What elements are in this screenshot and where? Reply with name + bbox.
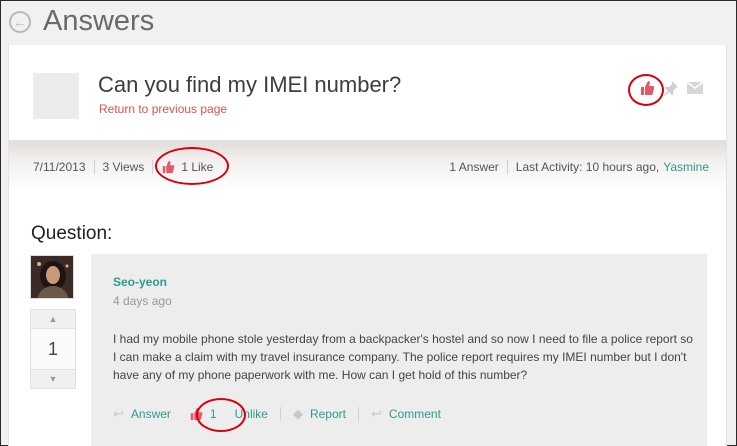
question-header: Can you find my IMEI number? Return to p…	[9, 45, 726, 140]
report-flag-icon: ◆	[292, 406, 303, 421]
vote-column: ▲ 1 ▼	[30, 255, 76, 389]
page-title: Answers	[43, 5, 155, 37]
comment-button[interactable]: ↩ Comment	[371, 406, 441, 422]
question-post: Seo-yeon 4 days ago I had my mobile phon…	[91, 254, 707, 446]
divider	[152, 160, 154, 174]
post-body: I had my mobile phone stole yesterday fr…	[113, 332, 693, 382]
like-count-button[interactable]: 1	[189, 407, 217, 421]
thumb-up-icon	[163, 160, 175, 174]
unlike-label: Unlike	[234, 407, 268, 421]
report-button[interactable]: ◆ Report	[293, 406, 346, 422]
upvote-arrow-icon[interactable]: ▲	[31, 310, 75, 328]
vote-widget: ▲ 1 ▼	[30, 309, 76, 389]
likes-stat[interactable]: 1 Like	[161, 160, 213, 174]
mail-icon[interactable]	[686, 79, 704, 97]
comment-label: Comment	[388, 407, 441, 421]
reply-arrow-icon: ↩	[113, 406, 124, 421]
likes-count-label: 1 Like	[181, 160, 214, 174]
post-date-stat: 7/11/2013	[33, 160, 86, 174]
avatar[interactable]	[30, 255, 74, 299]
divider	[358, 407, 359, 421]
question-section-label: Question:	[31, 223, 113, 244]
divider	[506, 160, 508, 174]
answers-stat: 1 Answer	[449, 160, 499, 174]
like-count: 1	[209, 407, 217, 421]
like-thumb-icon[interactable]	[638, 79, 656, 97]
post-actions: ↩ Answer 1 Unlike ◆ Report ↩ Comment	[113, 406, 441, 422]
divider	[279, 407, 281, 421]
views-stat: 3 Views	[102, 160, 145, 174]
divider	[93, 160, 95, 174]
top-bar: ← Answers	[1, 1, 736, 45]
main-panel: Can you find my IMEI number? Return to p…	[8, 45, 727, 446]
answer-label: Answer	[130, 407, 171, 421]
downvote-arrow-icon[interactable]: ▼	[31, 370, 75, 388]
pin-icon[interactable]	[662, 79, 680, 97]
question-title: Can you find my IMEI number?	[98, 72, 402, 97]
header-actions	[638, 79, 704, 97]
question-thumbnail	[33, 73, 79, 119]
thumb-up-icon	[190, 407, 203, 421]
last-activity-user-link[interactable]: Yasmine	[663, 160, 709, 174]
vote-count: 1	[31, 328, 75, 370]
report-label: Report	[309, 407, 346, 421]
return-link[interactable]: Return to previous page	[99, 102, 227, 116]
last-activity-label: Last Activity: 10 hours ago,	[515, 160, 660, 174]
post-author-link[interactable]: Seo-yeon	[113, 275, 167, 289]
stats-bar: 7/11/2013 3 Views 1 Like 1 Answer Last A…	[9, 140, 726, 192]
answer-button[interactable]: ↩ Answer	[113, 406, 171, 422]
unlike-button[interactable]: Unlike	[235, 407, 268, 421]
back-arrow-icon[interactable]: ←	[9, 11, 31, 33]
comment-arrow-icon: ↩	[371, 406, 382, 421]
post-date: 4 days ago	[113, 294, 172, 308]
